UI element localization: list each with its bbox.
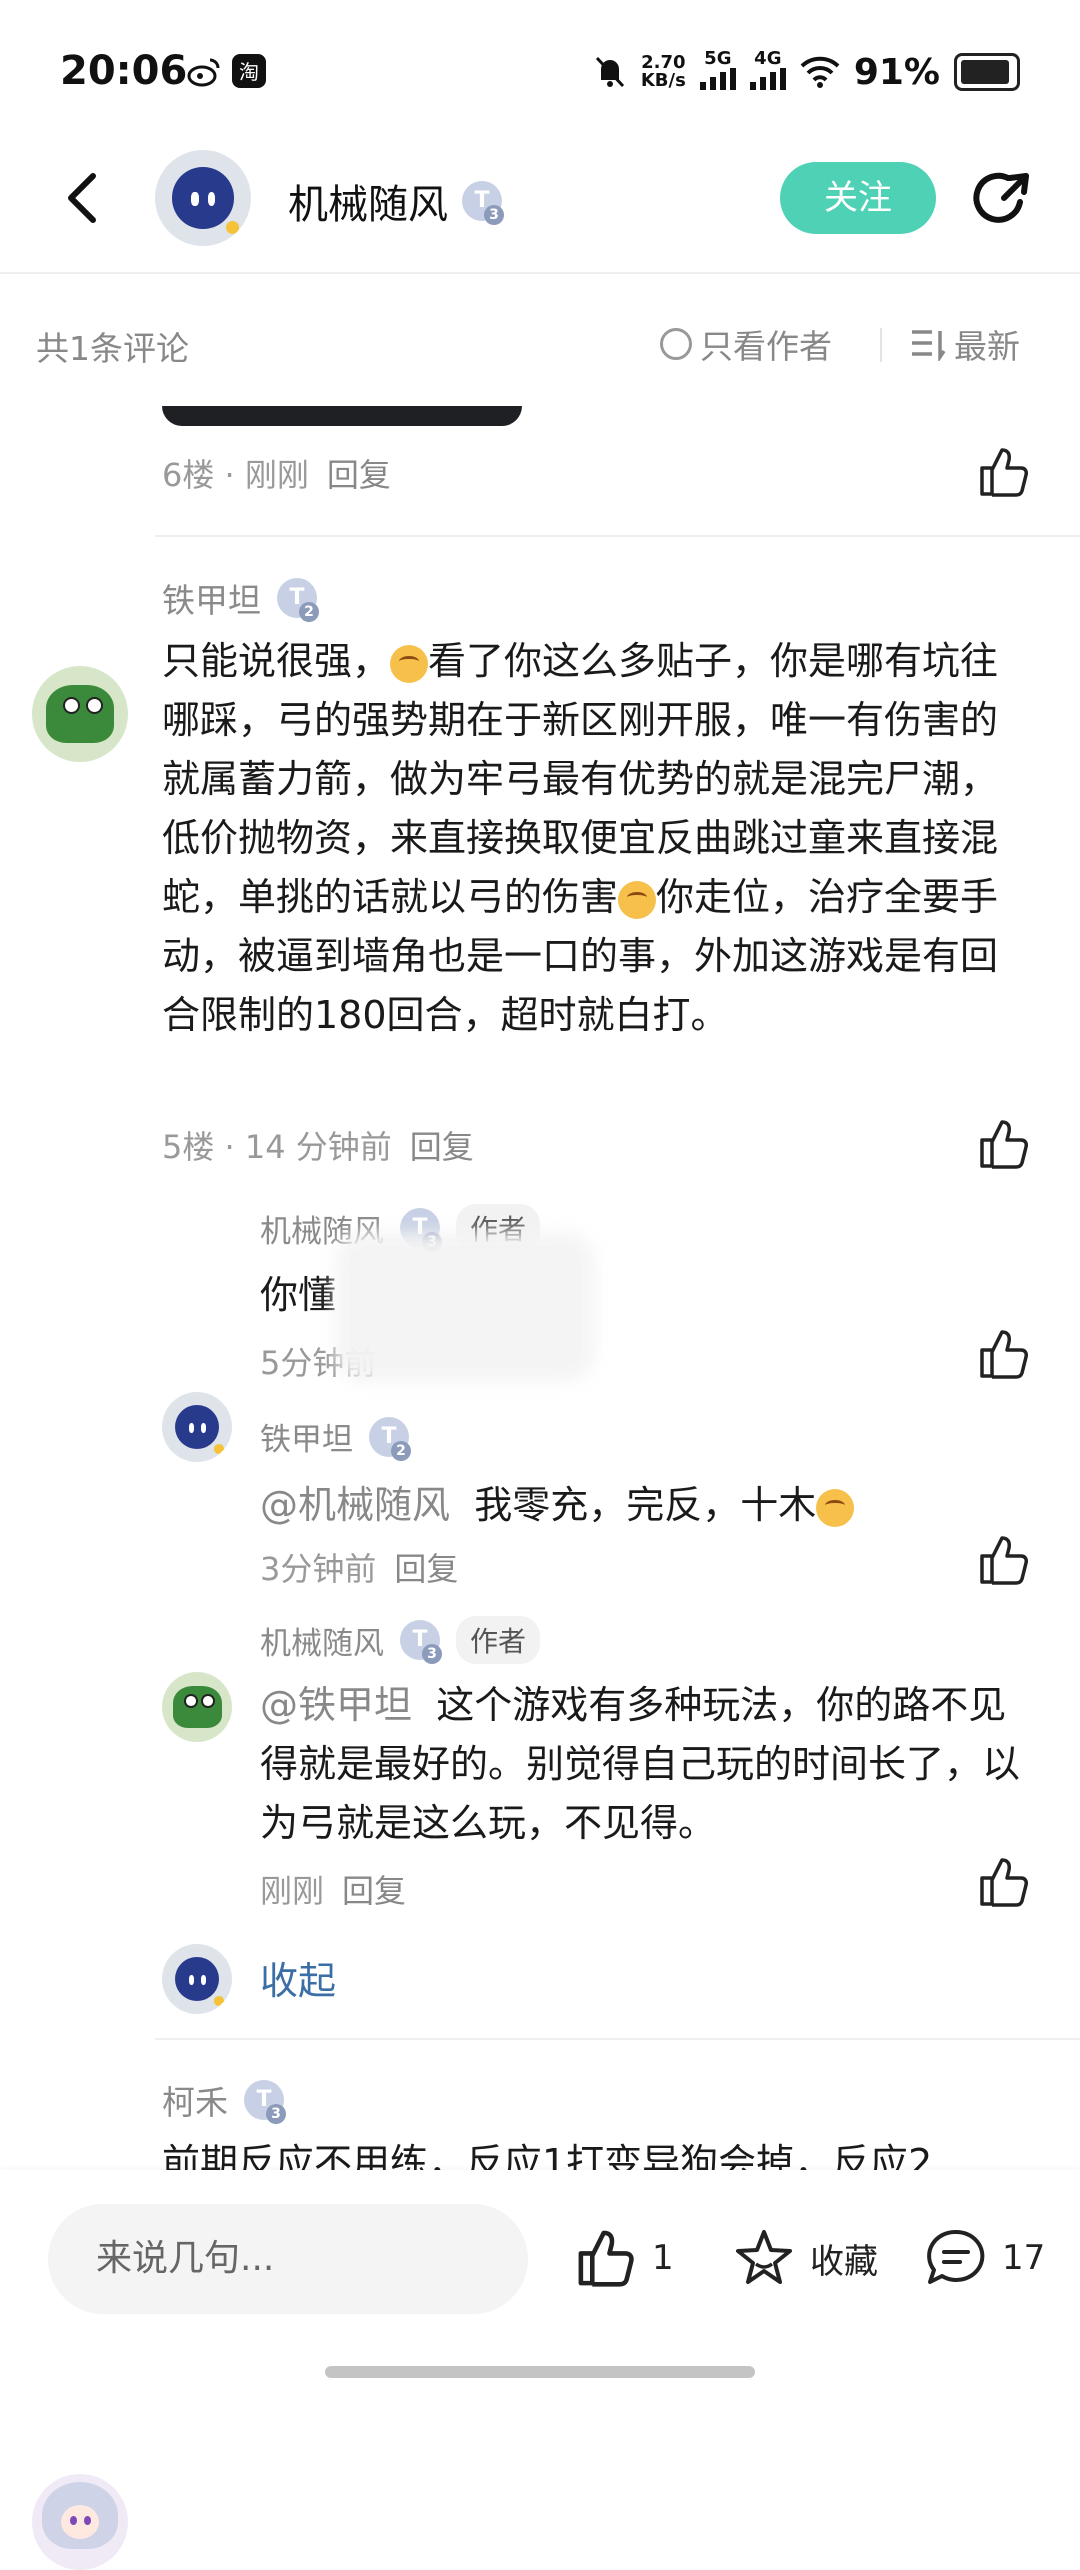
comment-bubble-icon — [927, 2229, 985, 2284]
reply-body[interactable]: @铁甲坦 这个游戏有多种玩法，你的路不见得就是最好的。别觉得自己玩的时间长了，以… — [260, 1676, 1020, 1853]
back-button[interactable] — [55, 168, 115, 228]
emoji-icon — [816, 1488, 855, 1527]
comment-divider — [155, 535, 1080, 537]
like-button[interactable] — [976, 1854, 1032, 1910]
status-time: 20:06 — [60, 48, 188, 94]
comments-button[interactable]: 17 — [924, 2226, 1045, 2290]
svg-text:淘: 淘 — [239, 60, 259, 84]
commenter-avatar[interactable] — [32, 666, 128, 762]
reply-avatar[interactable] — [162, 1392, 232, 1462]
like-button[interactable] — [976, 444, 1032, 500]
signal-4g: 4G — [749, 50, 786, 94]
header-avatar[interactable] — [155, 150, 251, 246]
header-username: 机械随风 — [288, 182, 448, 228]
author-only-label: 只看作者 — [700, 327, 832, 366]
battery-percent: 91% — [853, 51, 940, 93]
comment-count: 17 — [1002, 2238, 1046, 2278]
favorite-button[interactable]: 收藏 — [732, 2226, 878, 2290]
reply-name[interactable]: 机械随风 T3 作者 — [260, 1616, 541, 1664]
commenter-name[interactable]: 铁甲坦 T2 — [162, 574, 319, 622]
reply-name[interactable]: 铁甲坦 T2 — [260, 1414, 411, 1461]
signal-bars-icon — [699, 68, 736, 90]
signal-5g: 5G — [699, 50, 736, 94]
reply-meta: 刚刚 回复 — [260, 1872, 407, 1910]
thumbs-up-icon — [980, 1120, 1028, 1169]
reply-button[interactable]: 回复 — [342, 1872, 406, 1910]
like-button[interactable] — [976, 1116, 1032, 1172]
like-button[interactable] — [976, 1326, 1032, 1382]
share-icon — [973, 172, 1029, 223]
reply-button[interactable]: 回复 — [410, 1128, 474, 1166]
level-badge-icon: T2 — [277, 578, 319, 622]
favorite-label: 收藏 — [810, 2241, 878, 2282]
star-icon — [736, 2230, 792, 2284]
wifi-icon — [800, 56, 840, 88]
sort-button[interactable]: 最新 — [910, 320, 1020, 368]
comment-count-label: 共1条评论 — [36, 329, 189, 368]
post-like-button[interactable]: 1 — [574, 2226, 674, 2290]
emoji-icon — [618, 880, 657, 919]
weibo-icon — [186, 54, 222, 94]
author-tag: 作者 — [456, 1616, 541, 1664]
reply-button[interactable]: 回复 — [327, 456, 391, 494]
mention-link[interactable]: @铁甲坦 — [260, 1683, 412, 1727]
comment-body[interactable]: 只能说很强， 看了你这么多贴子，你是哪有坑往哪踩，弓的强势期在于新区刚开服，唯一有… — [162, 632, 1012, 1045]
reply-body[interactable]: @机械随风 我零充，完反，十木 — [260, 1476, 855, 1535]
like-button[interactable] — [976, 1532, 1032, 1588]
filter-separator — [880, 328, 882, 362]
reply-avatar[interactable] — [162, 1672, 232, 1742]
taobao-icon: 淘 — [230, 52, 268, 94]
reply-meta: 3分钟前 回复 — [260, 1550, 459, 1588]
header-user[interactable]: 机械随风 T3 — [288, 172, 504, 230]
battery-icon — [954, 53, 1020, 91]
blurred-overlay — [335, 1232, 595, 1382]
emoji-icon — [390, 644, 429, 683]
thumbs-up-icon — [578, 2230, 634, 2287]
level-badge-icon: T3 — [400, 1620, 442, 1664]
level-badge-icon: T2 — [369, 1416, 411, 1461]
commenter-name[interactable]: 柯禾 T3 — [162, 2076, 286, 2124]
mute-icon — [595, 56, 624, 88]
level-badge-icon: T3 — [244, 2080, 286, 2124]
header-divider — [0, 272, 1080, 274]
net-speed: 2.70 KB/s — [640, 52, 686, 91]
reply-avatar[interactable] — [162, 1944, 232, 2014]
reply-button[interactable]: 回复 — [394, 1550, 458, 1588]
follow-button[interactable]: 关注 — [780, 162, 936, 234]
signal-bars-icon — [749, 68, 786, 90]
sort-icon — [912, 330, 946, 361]
home-indicator[interactable] — [325, 2366, 755, 2378]
commenter-avatar[interactable] — [32, 2474, 128, 2570]
mention-link[interactable]: @机械随风 — [260, 1483, 450, 1527]
like-count: 1 — [652, 2238, 674, 2278]
radio-icon — [660, 328, 692, 360]
comment-meta: 6楼 · 刚刚 回复 — [162, 456, 391, 494]
reply-body[interactable]: 你懂 — [260, 1266, 336, 1325]
comment-divider — [155, 2038, 1080, 2040]
sort-label: 最新 — [954, 327, 1020, 366]
thumbs-up-icon — [980, 1858, 1028, 1907]
comment-meta: 5楼 · 14 分钟前 回复 — [162, 1128, 474, 1166]
share-button[interactable] — [970, 168, 1034, 232]
chevron-left-icon — [68, 173, 96, 223]
comment-input[interactable]: 来说几句... — [48, 2204, 528, 2314]
thumbs-up-icon — [980, 448, 1028, 497]
thumbs-up-icon — [980, 1536, 1028, 1585]
collapse-replies-button[interactable]: 收起 — [260, 1950, 336, 2005]
thumbs-up-icon — [980, 1330, 1028, 1379]
image-thumbnail[interactable] — [162, 406, 522, 426]
status-right: 2.70 KB/s 5G 4G 91% — [593, 50, 1020, 94]
level-badge-icon: T3 — [462, 181, 504, 225]
author-only-toggle[interactable]: 只看作者 — [660, 320, 832, 368]
